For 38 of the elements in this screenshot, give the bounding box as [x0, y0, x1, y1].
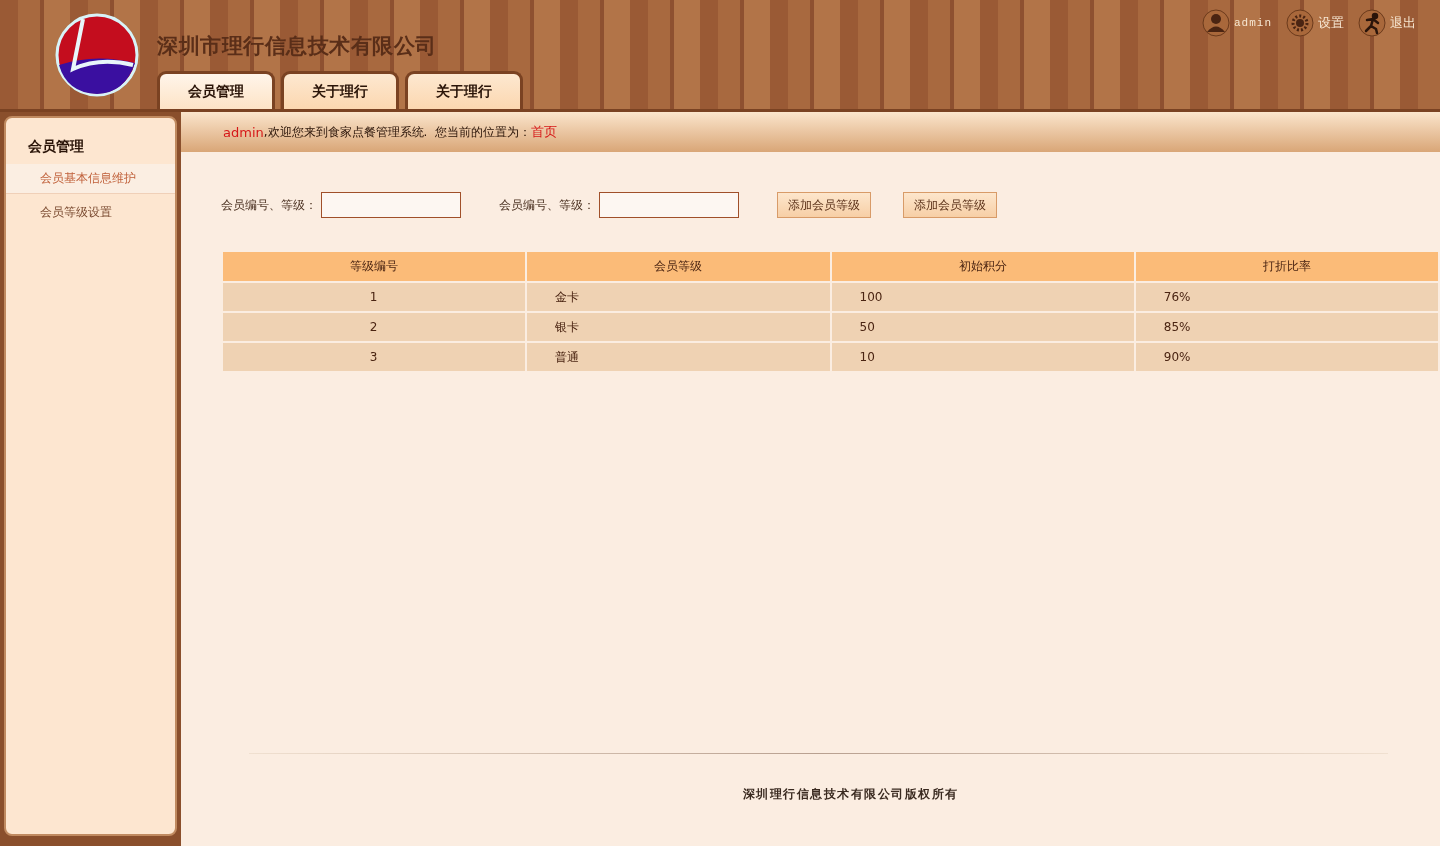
sidebar-item[interactable]: 会员基本信息维护: [6, 164, 175, 194]
table-cell: 85%: [1134, 312, 1439, 342]
table-cell: 银卡: [526, 312, 831, 342]
header-link[interactable]: 设置: [1318, 14, 1344, 32]
filter-label: 会员编号、等级：: [221, 196, 317, 214]
column-header: 初始积分: [830, 251, 1135, 282]
table-cell: 3: [222, 342, 527, 372]
table-cell: 10: [830, 342, 1135, 372]
gear-icon[interactable]: [1286, 9, 1314, 37]
person-icon[interactable]: [1202, 9, 1230, 37]
table-cell: 2: [222, 312, 527, 342]
column-header: 等级编号: [222, 251, 527, 282]
column-header: 会员等级: [526, 251, 831, 282]
table-cell: 金卡: [526, 282, 831, 312]
copyright-text: 深圳理行信息技术有限公司版权所有: [741, 786, 960, 803]
table-cell: 1: [222, 282, 527, 312]
header-link[interactable]: 退出: [1390, 14, 1416, 32]
runner-icon[interactable]: [1358, 9, 1386, 37]
sidebar-item[interactable]: 会员等级设置: [6, 198, 175, 227]
filter-label: 会员编号、等级：: [499, 196, 595, 214]
add-level-button[interactable]: 添加会员等级: [903, 192, 997, 218]
column-header: 打折比率: [1134, 251, 1439, 282]
table-cell: 100: [830, 282, 1135, 312]
input-field[interactable]: [321, 192, 461, 218]
table-cell: 90%: [1134, 342, 1439, 372]
sidebar-title: 会员管理: [27, 138, 85, 156]
welcome-text: ,欢迎您来到食家点餐管理系统. 您当前的位置为：: [263, 123, 531, 141]
logo-icon: [55, 13, 139, 97]
input-field[interactable]: [599, 192, 739, 218]
table-cell: 76%: [1134, 282, 1439, 312]
nav-tab[interactable]: 关于理行: [281, 71, 399, 109]
table-cell: 普通: [526, 342, 831, 372]
company-name: 深圳市理行信息技术有限公司: [157, 33, 438, 60]
nav-tab[interactable]: 会员管理: [157, 71, 275, 109]
add-level-button[interactable]: 添加会员等级: [777, 192, 871, 218]
username: admin: [223, 124, 264, 140]
nav-tab[interactable]: 关于理行: [405, 71, 523, 109]
table-cell: 50: [830, 312, 1135, 342]
